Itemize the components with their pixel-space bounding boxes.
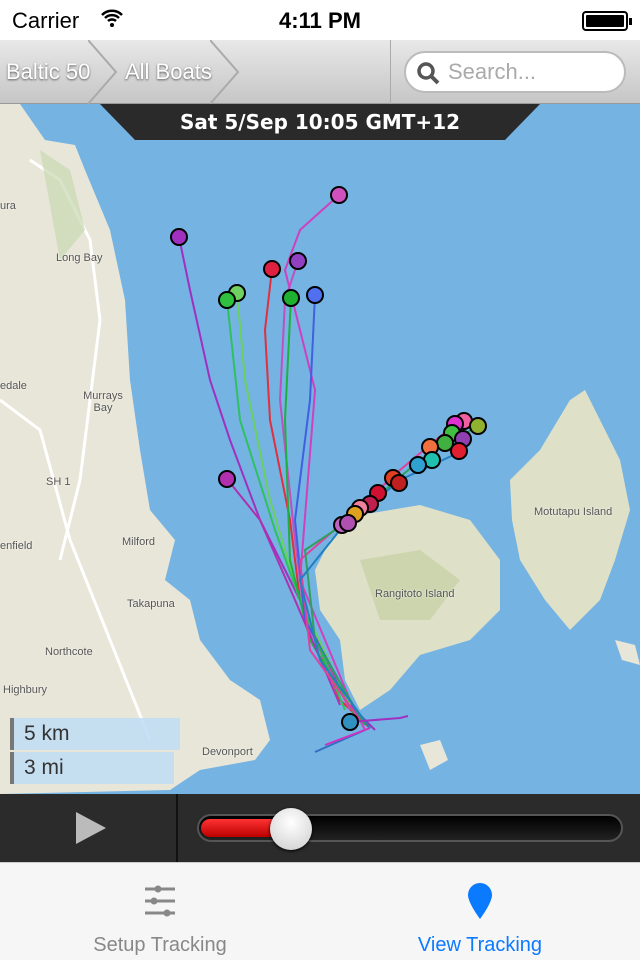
nav-bar: Baltic 50 All Boats Search... (0, 40, 640, 104)
map-label: Rangitoto Island (375, 588, 455, 600)
map-pin-icon (468, 883, 492, 919)
map-label: Northcote (45, 646, 93, 658)
tab-setup-tracking[interactable]: Setup Tracking (0, 863, 320, 961)
play-button[interactable] (0, 794, 178, 862)
tab-label: Setup Tracking (93, 934, 227, 956)
tab-bar: Setup Tracking View Tracking (0, 862, 640, 960)
battery-icon (582, 11, 632, 31)
map-label: ura (0, 200, 16, 212)
play-icon (76, 812, 106, 844)
time-slider[interactable] (197, 808, 623, 850)
map-label: enfield (0, 540, 33, 552)
map-label: Devonport (202, 746, 253, 758)
sliders-icon (145, 885, 175, 917)
search-placeholder: Search... (448, 59, 537, 84)
tab-label: View Tracking (417, 934, 543, 956)
slider-thumb[interactable] (270, 808, 313, 850)
map-label: Highbury (3, 684, 48, 696)
search-icon (417, 62, 440, 85)
map-label: Long Bay (56, 252, 103, 264)
scale-mi: 3 mi (10, 752, 174, 784)
breadcrumb-baltic-50[interactable]: Baltic 50 (6, 40, 90, 104)
map-label: Milford (122, 536, 156, 548)
map-canvas (0, 104, 640, 794)
clock: 4:11 PM (279, 8, 361, 33)
chevron-right-icon (210, 40, 240, 104)
map-label: edale (0, 380, 27, 392)
breadcrumb-all-boats[interactable]: All Boats (125, 40, 212, 104)
map-label: Motutapu Island (534, 506, 613, 518)
tab-view-tracking[interactable]: View Tracking (320, 863, 640, 961)
chevron-right-icon (88, 40, 118, 104)
search-input[interactable]: Search... (404, 51, 626, 93)
map-label: SH 1 (46, 476, 71, 488)
date-label: Sat 5/Sep 10:05 GMT+12 (179, 110, 461, 134)
scale-km: 5 km (10, 718, 180, 750)
map-view[interactable]: ura Long Bay Murrays Bay edale SH 1 Milf… (0, 104, 640, 794)
playback-bar (0, 794, 640, 862)
map-label: Takapuna (127, 598, 175, 610)
date-banner: Sat 5/Sep 10:05 GMT+12 (100, 104, 540, 140)
status-bar: Carrier 4:11 PM (0, 0, 640, 40)
map-label: Murrays Bay (83, 390, 123, 414)
